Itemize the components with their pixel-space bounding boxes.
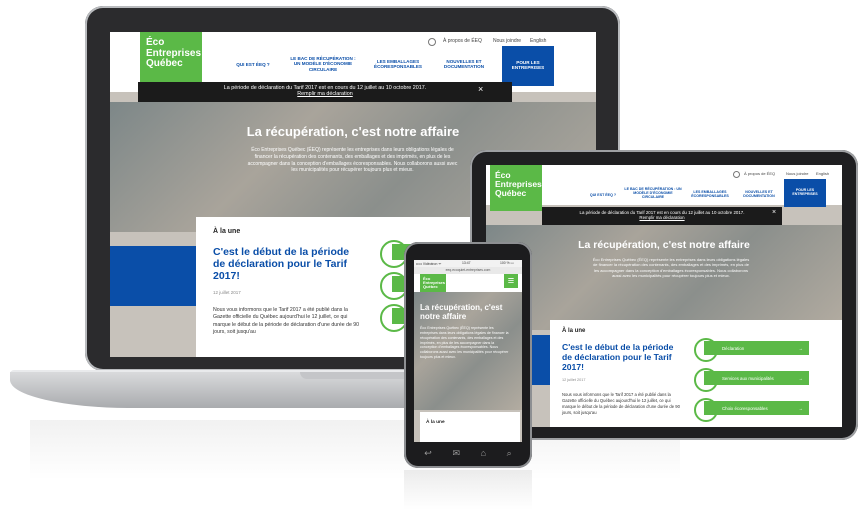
util-link-about[interactable]: À propos de ÉEQ — [443, 38, 482, 44]
arrow-right-icon: → — [798, 405, 803, 411]
logo-line: Éco — [146, 37, 165, 48]
news-body: Nous vous informons que le Tarif 2017 a … — [213, 307, 360, 335]
status-time: 13:47 — [462, 261, 471, 265]
util-link-english[interactable]: English — [530, 38, 546, 44]
phone-reflection — [404, 470, 532, 510]
news-date: 12 juillet 2017 — [562, 378, 586, 382]
news-kicker: À la une — [562, 328, 586, 334]
side-button-label: Déclaration — [722, 345, 745, 351]
back-icon[interactable]: ↩ — [424, 448, 432, 459]
nav-item-qui-est-eeq[interactable]: QUI EST ÉEQ ? — [228, 62, 278, 67]
nav-item-entreprises[interactable]: POUR LES ENTREPRISES — [784, 179, 826, 207]
search-icon[interactable] — [428, 38, 436, 46]
news-headline[interactable]: C'est le début de la période de déclarat… — [213, 246, 353, 282]
nav-item-bac-recuperation[interactable]: LE BAC DE RÉCUPÉRATION : UN MODÈLE D'ÉCO… — [288, 56, 358, 72]
util-link-about[interactable]: À propos de ÉEQ — [744, 171, 775, 176]
nav-item-entreprises[interactable]: POUR LES ENTREPRISES — [502, 46, 554, 86]
util-link-english[interactable]: English — [816, 171, 829, 176]
mail-icon[interactable]: ✉ — [452, 448, 460, 459]
eeq-logo[interactable]: Éco Entreprises Québec — [490, 165, 542, 211]
side-button-label: Choix écoresponsables — [722, 405, 768, 411]
phone-nav-keys: ↩ ✉ ⌂ ⌕ — [414, 446, 522, 460]
hamburger-menu-icon[interactable]: ≡ — [504, 274, 518, 288]
nav-item-nouvelles[interactable]: NOUVELLES ET DOCUMENTATION — [438, 59, 490, 70]
news-body: Nous vous informons que le Tarif 2017 a … — [562, 392, 680, 415]
status-battery: 100 % ▭ — [500, 261, 514, 265]
nav-item-nouvelles[interactable]: NOUVELLES ET DOCUMENTATION — [738, 190, 780, 198]
util-link-contact[interactable]: Nous joindre — [786, 171, 808, 176]
news-headline[interactable]: C'est le début de la période de déclarat… — [562, 342, 680, 373]
search-icon[interactable] — [733, 171, 740, 178]
blue-block — [110, 246, 196, 306]
banner-link[interactable]: Remplir ma déclaration — [542, 215, 782, 220]
hero-text: Éco Entreprises Québec (ÉEQ) représente … — [247, 147, 458, 174]
side-button-declaration[interactable]: Déclaration → — [704, 341, 809, 355]
eeq-logo[interactable]: Éco Entreprises Québec — [140, 32, 202, 88]
hero-title: La récupération, c'est notre affaire — [420, 303, 503, 321]
logo-line: Québec — [146, 58, 183, 69]
arrow-right-icon: → — [798, 375, 803, 381]
address-bar[interactable]: eeq.ecoquiet-entreprises.com — [414, 267, 522, 274]
news-date: 12 juillet 2017 — [213, 290, 241, 295]
site-header: Éco Entreprises Québec À propos de ÉEQ N… — [486, 165, 842, 211]
phone-screen: ••••• Vidéotron ᯤ 13:47 100 % ▭ eeq.ecoq… — [414, 260, 522, 442]
nav-item-qui-est-eeq[interactable]: QUI EST ÉEQ ? — [586, 193, 620, 197]
nav-item-emballages[interactable]: LES EMBALLAGES ÉCORESPONSABLES — [686, 190, 734, 198]
search-icon[interactable]: ⌕ — [507, 448, 512, 459]
side-button-municipalites[interactable]: Services aux municipalités → — [704, 371, 809, 385]
eeq-logo[interactable]: Éco Entreprises Québec — [420, 274, 446, 294]
news-kicker: À la une — [426, 420, 445, 425]
banner-close-button[interactable]: × — [478, 84, 483, 94]
home-icon[interactable]: ⌂ — [481, 448, 486, 458]
logo-line: Québec — [495, 187, 527, 198]
hero-text: Éco Entreprises Québec (ÉEQ) représente … — [420, 326, 509, 360]
banner-close-button[interactable]: × — [772, 209, 776, 216]
banner-link[interactable]: Remplir ma déclaration — [138, 91, 512, 97]
declaration-banner: La période de déclaration du Tarif 2017 … — [542, 207, 782, 225]
hero-title: La récupération, c'est notre affaire — [246, 124, 460, 139]
hero-text: Éco Entreprises Québec (ÉEQ) représente … — [592, 257, 750, 279]
news-card — [420, 412, 520, 442]
declaration-banner: La période de déclaration du Tarif 2017 … — [138, 82, 512, 102]
side-button-label: Services aux municipalités — [722, 375, 774, 381]
status-carrier: ••••• Vidéotron ᯤ — [416, 262, 442, 266]
phone-status-bar: ••••• Vidéotron ᯤ 13:47 100 % ▭ — [414, 260, 522, 267]
util-link-contact[interactable]: Nous joindre — [493, 38, 521, 44]
nav-item-emballages[interactable]: LES EMBALLAGES ÉCORESPONSABLES — [368, 59, 428, 70]
hero-title: La récupération, c'est notre affaire — [578, 239, 750, 251]
nav-item-bac-recuperation[interactable]: LE BAC DE RÉCUPÉRATION : UN MODÈLE D'ÉCO… — [624, 187, 682, 199]
arrow-right-icon: → — [798, 345, 803, 351]
side-button-choix[interactable]: Choix écoresponsables → — [704, 401, 809, 415]
laptop-notch — [300, 372, 410, 379]
news-kicker: À la une — [213, 228, 241, 235]
tablet-screen: Éco Entreprises Québec À propos de ÉEQ N… — [486, 165, 842, 427]
logo-line: Québec — [423, 284, 438, 290]
